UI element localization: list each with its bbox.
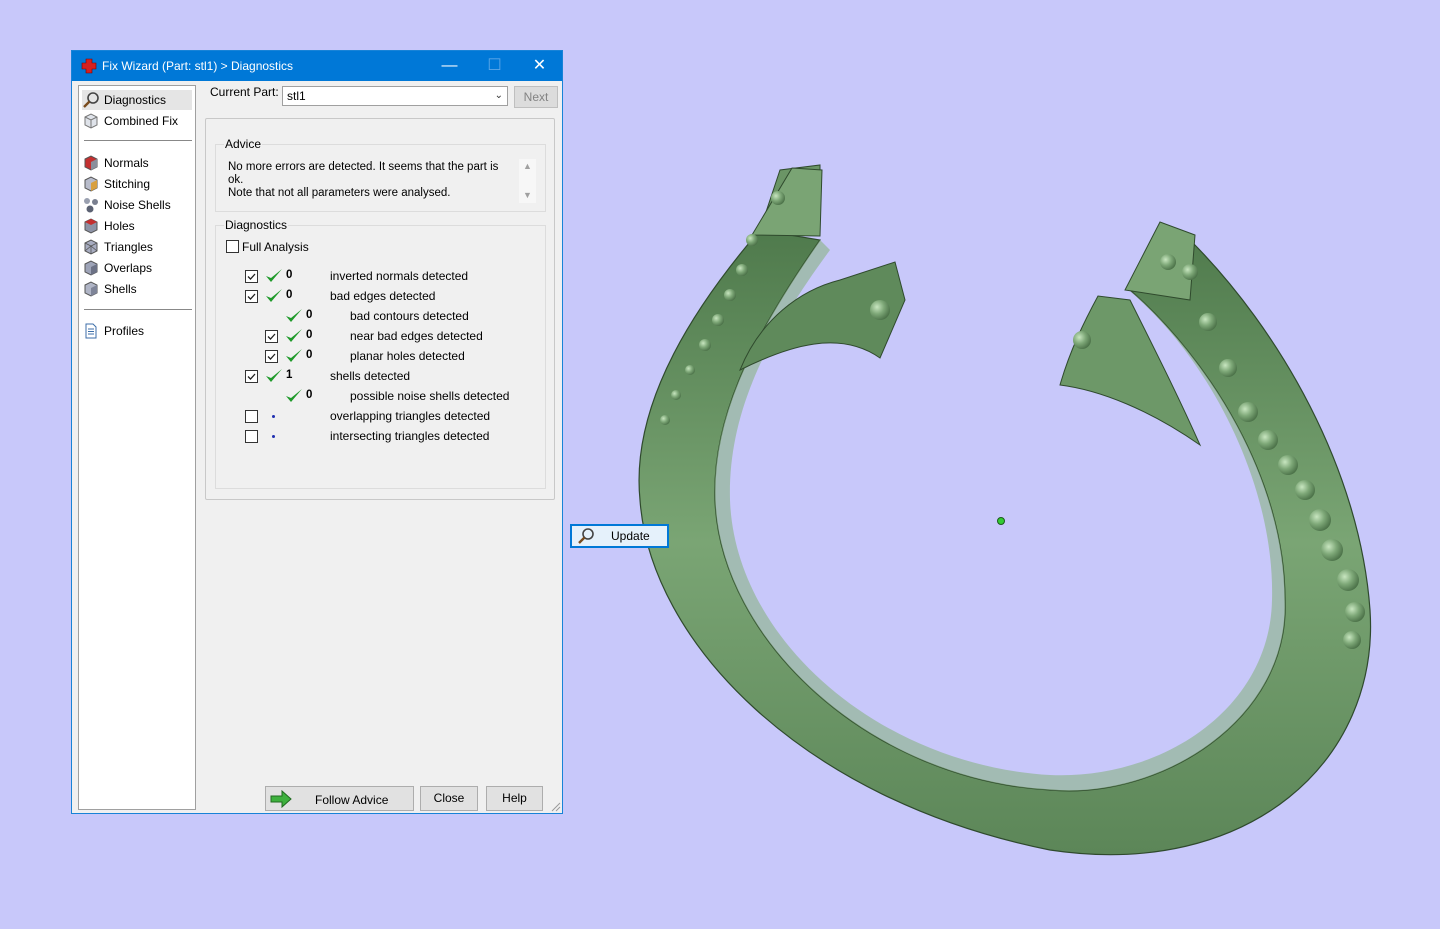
maximize-button[interactable]: ☐ xyxy=(472,51,517,81)
green-check-icon xyxy=(286,309,302,322)
noise-shells-icon xyxy=(82,196,100,214)
green-check-icon xyxy=(266,269,282,282)
diagnostic-checkbox[interactable] xyxy=(245,430,258,443)
nav-item-overlaps[interactable]: Overlaps xyxy=(82,258,192,278)
full-analysis-label[interactable]: Full Analysis xyxy=(242,240,309,254)
diagnostic-label: intersecting triangles detected xyxy=(330,429,490,443)
advice-group-title: Advice xyxy=(224,137,263,151)
diagnostic-checkbox[interactable] xyxy=(245,290,258,303)
advice-group: Advice No more errors are detected. It s… xyxy=(215,137,546,212)
diagnostic-label: bad contours detected xyxy=(350,309,469,323)
nav-item-noise-shells[interactable]: Noise Shells xyxy=(82,195,192,215)
app-cross-icon xyxy=(81,58,97,74)
diagnostic-label: overlapping triangles detected xyxy=(330,409,491,423)
close-window-button[interactable]: ✕ xyxy=(517,51,562,81)
diagnostics-panel: Advice No more errors are detected. It s… xyxy=(205,118,669,548)
holes-cube-icon xyxy=(82,217,100,235)
diagnostics-group-title: Diagnostics xyxy=(224,218,289,232)
resize-grip-icon[interactable] xyxy=(549,800,561,812)
green-check-icon xyxy=(266,369,282,382)
nav-item-profiles[interactable]: Profiles xyxy=(82,321,192,341)
green-check-icon xyxy=(266,289,282,302)
title-bar[interactable]: Fix Wizard (Part: stl1) > Diagnostics — … xyxy=(72,51,562,81)
green-check-icon xyxy=(286,329,302,342)
diagnostic-checkbox[interactable] xyxy=(265,350,278,363)
diagnostic-label: shells detected xyxy=(330,369,411,383)
combined-fix-icon xyxy=(82,112,100,130)
ring-model[interactable] xyxy=(638,164,1372,856)
diagnostic-checkbox[interactable] xyxy=(245,370,258,383)
scroll-up-icon: ▲ xyxy=(523,161,532,171)
diagnostic-label: near bad edges detected xyxy=(350,329,483,343)
diagnostic-count: 0 xyxy=(306,349,313,361)
diagnostic-label: bad edges detected xyxy=(330,289,436,303)
diagnostic-label: inverted normals detected xyxy=(330,269,469,283)
diagnostics-group: Diagnostics Full Analysis 0 inverted norm… xyxy=(215,218,546,489)
magnifier-icon xyxy=(82,91,100,109)
nav-item-stitching[interactable]: Stitching xyxy=(82,174,192,194)
profiles-document-icon xyxy=(82,322,100,340)
shells-cube-icon xyxy=(82,280,100,298)
diagnostic-label: possible noise shells detected xyxy=(350,389,510,403)
follow-advice-button[interactable]: Follow Advice xyxy=(265,786,414,811)
diagnostic-count: 0 xyxy=(306,389,313,401)
green-arrow-icon xyxy=(270,790,292,808)
diagnostic-count: 0 xyxy=(286,269,293,281)
green-check-icon xyxy=(286,389,302,402)
fix-category-list: Diagnostics Combined Fix Normals Stitchi… xyxy=(78,85,196,810)
diagnostic-label: planar holes detected xyxy=(350,349,465,363)
nav-item-normals[interactable]: Normals xyxy=(82,153,192,173)
diagnostic-count: 1 xyxy=(286,369,293,381)
advice-scrollbar[interactable]: ▲ ▼ xyxy=(519,159,536,203)
update-button[interactable]: Update xyxy=(570,524,669,548)
full-analysis-checkbox[interactable] xyxy=(226,240,239,253)
advice-text: No more errors are detected. It seems th… xyxy=(228,161,499,199)
minimize-button[interactable]: — xyxy=(427,51,472,81)
triangles-cube-icon xyxy=(82,238,100,256)
pending-dot-icon xyxy=(272,435,275,438)
diagnostic-count: 0 xyxy=(306,309,313,321)
diagnostic-checkbox[interactable] xyxy=(265,330,278,343)
nav-item-diagnostics[interactable]: Diagnostics xyxy=(82,90,192,110)
nav-item-holes[interactable]: Holes xyxy=(82,216,192,236)
next-button[interactable]: Next xyxy=(514,86,558,108)
fix-wizard-window: Fix Wizard (Part: stl1) > Diagnostics — … xyxy=(71,50,669,814)
nav-item-triangles[interactable]: Triangles xyxy=(82,237,192,257)
pivot-point-icon xyxy=(997,517,1005,525)
diagnostic-count: 0 xyxy=(306,329,313,341)
current-part-value: stl1 xyxy=(287,89,306,103)
nav-separator xyxy=(84,140,192,141)
magnifier-icon xyxy=(578,528,594,544)
green-check-icon xyxy=(286,349,302,362)
stitching-cube-icon xyxy=(82,175,100,193)
close-button[interactable]: Close xyxy=(420,786,478,811)
window-title: Fix Wizard (Part: stl1) > Diagnostics xyxy=(102,59,294,73)
current-part-dropdown[interactable]: stl1 ⌄ xyxy=(282,86,508,106)
normals-cube-icon xyxy=(82,154,100,172)
nav-item-combined-fix[interactable]: Combined Fix xyxy=(82,111,192,131)
diagnostic-count: 0 xyxy=(286,289,293,301)
chevron-down-icon: ⌄ xyxy=(494,90,503,101)
diagnostic-checkbox[interactable] xyxy=(245,270,258,283)
pending-dot-icon xyxy=(272,415,275,418)
current-part-label: Current Part: xyxy=(210,85,279,99)
nav-item-shells[interactable]: Shells xyxy=(82,279,192,299)
nav-separator xyxy=(84,309,192,310)
help-button[interactable]: Help xyxy=(486,786,543,811)
overlaps-cube-icon xyxy=(82,259,100,277)
scroll-down-icon: ▼ xyxy=(523,190,532,200)
diagnostic-checkbox[interactable] xyxy=(245,410,258,423)
